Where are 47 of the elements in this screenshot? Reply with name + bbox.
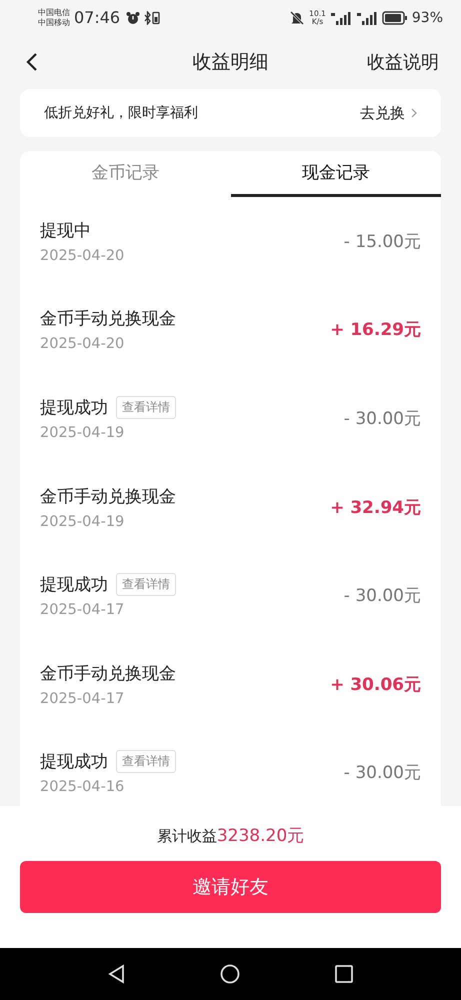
recents-nav-icon[interactable]: [334, 964, 354, 984]
record-date: 2025-04-19: [40, 514, 126, 530]
tab[interactable]: 金币记录: [20, 151, 230, 197]
record-title: 金币手动兑换现金: [40, 486, 176, 508]
record-title: 提现成功: [40, 396, 108, 419]
earnings-info-link[interactable]: 收益说明: [367, 50, 439, 74]
battery-icon: [382, 10, 408, 24]
record-amount: - 30.00元: [344, 408, 421, 430]
tab[interactable]: 现金记录: [230, 151, 441, 197]
total-label: 累计收益: [156, 827, 217, 845]
status-time: 07:46: [74, 8, 120, 27]
record-amount: + 32.94元: [330, 496, 421, 519]
carrier-name: 中国移动: [38, 18, 70, 28]
back-nav-icon[interactable]: [106, 964, 127, 984]
total-value: 3238.20元: [216, 826, 304, 846]
record-date: 2025-04-19: [40, 424, 126, 441]
view-details-button[interactable]: 查看详情: [116, 750, 176, 774]
muted-bell-icon: [289, 10, 306, 26]
record-title: 金币手动兑换现金: [40, 308, 176, 330]
record-amount: - 30.00元: [344, 762, 421, 784]
invite-button[interactable]: 邀请好友: [20, 861, 441, 913]
record-title: 金币手动兑换现金: [40, 662, 176, 685]
home-nav-icon[interactable]: [220, 964, 240, 984]
record-title: 提现成功: [40, 751, 108, 774]
record-date: 2025-04-20: [40, 336, 126, 352]
page-title: 收益明细: [192, 50, 268, 75]
redeem-link[interactable]: 去兑换: [360, 104, 417, 122]
back-icon: [26, 52, 38, 72]
record-title: 提现成功: [40, 574, 108, 596]
record-date: 2025-04-16: [40, 779, 126, 796]
carrier-name: 中国电信: [38, 8, 70, 18]
record-date: 2025-04-17: [40, 602, 126, 618]
record-amount: + 16.29元: [330, 319, 421, 342]
record-title: 提现中: [40, 220, 91, 242]
record-amount: + 30.06元: [330, 674, 421, 696]
chevron-icon: [411, 108, 417, 118]
record-date: 2025-04-17: [40, 690, 126, 707]
battery-percent: 93%: [412, 10, 443, 26]
record-date: 2025-04-20: [40, 248, 124, 264]
promo-text: 低折兑好礼，限时享福利: [44, 104, 198, 122]
view-details-button[interactable]: 查看详情: [116, 396, 176, 419]
record-amount: - 30.00元: [344, 585, 421, 608]
signal-icon: [330, 10, 352, 24]
record-amount: - 15.00元: [344, 230, 421, 253]
signal-icon: [356, 10, 378, 24]
view-details-button[interactable]: 查看详情: [116, 573, 176, 596]
bluetooth-battery-icon: [144, 10, 160, 24]
